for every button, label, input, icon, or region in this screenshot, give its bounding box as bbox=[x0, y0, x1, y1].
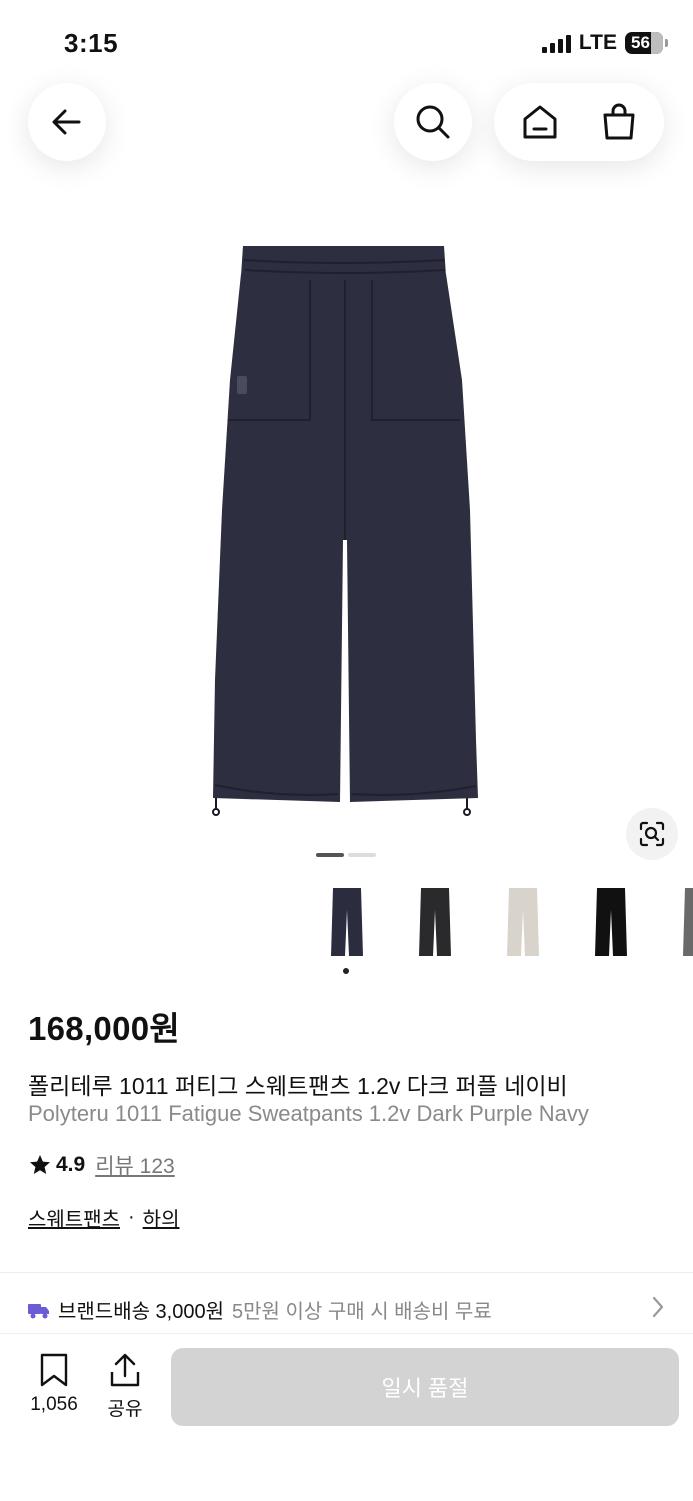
signal-icon bbox=[541, 33, 571, 53]
battery-icon: 56 bbox=[625, 32, 668, 54]
shipping-label: 브랜드배송 3,000원 bbox=[58, 1301, 225, 1323]
lens-search-button[interactable] bbox=[626, 808, 678, 860]
product-title-korean: 폴리테루 1011 퍼티그 스웨트팬츠 1.2v 다크 퍼플 네이비 bbox=[28, 1073, 568, 1099]
share-label: 공유 bbox=[107, 1399, 143, 1420]
truck-icon bbox=[28, 1303, 49, 1318]
home-icon bbox=[523, 105, 556, 139]
bookmark-icon bbox=[40, 1353, 68, 1387]
color-thumbnails bbox=[312, 882, 693, 982]
share-icon bbox=[110, 1353, 140, 1387]
nav-pill bbox=[494, 83, 664, 161]
sold-out-button[interactable]: 일시 품절 bbox=[171, 1348, 679, 1426]
product-image[interactable] bbox=[0, 210, 693, 850]
color-thumbnail[interactable] bbox=[664, 882, 693, 962]
status-icons: LTE 56 bbox=[541, 31, 668, 55]
bookmark-button[interactable]: 1,056 bbox=[22, 1352, 86, 1416]
parent-category-link[interactable]: 하의 bbox=[143, 1203, 180, 1232]
color-thumbnail[interactable] bbox=[312, 882, 382, 962]
lens-search-icon bbox=[639, 821, 665, 847]
breadcrumb-separator: · bbox=[128, 1206, 135, 1228]
search-icon bbox=[416, 105, 450, 139]
battery-level: 56 bbox=[631, 33, 650, 52]
product-price: 168,000원 bbox=[28, 1010, 181, 1047]
selected-thumbnail-indicator bbox=[343, 968, 349, 974]
color-thumbnail[interactable] bbox=[400, 882, 470, 962]
bookmark-count: 1,056 bbox=[30, 1394, 78, 1415]
category-breadcrumb: 스웨트팬츠 · 하의 bbox=[28, 1203, 179, 1232]
status-time: 3:15 bbox=[64, 28, 119, 58]
bag-button[interactable] bbox=[600, 103, 638, 141]
shopping-bag-icon bbox=[603, 103, 634, 140]
shipping-note: 5만원 이상 구매 시 배송비 무료 bbox=[232, 1301, 492, 1323]
image-pager bbox=[316, 853, 376, 857]
divider bbox=[0, 1272, 693, 1273]
network-label: LTE bbox=[578, 31, 617, 54]
rating-score: 4.9 bbox=[56, 1153, 86, 1176]
color-thumbnail[interactable] bbox=[576, 882, 646, 962]
shipping-info-row[interactable]: 브랜드배송 3,000원 5만원 이상 구매 시 배송비 무료 bbox=[28, 1295, 665, 1324]
star-icon bbox=[30, 1155, 50, 1174]
back-arrow-icon bbox=[52, 109, 81, 135]
bottom-action-bar: 1,056 공유 일시 품절 bbox=[0, 1333, 693, 1501]
rating-row: 4.9 리뷰 123 bbox=[28, 1150, 175, 1180]
back-button[interactable] bbox=[28, 83, 106, 161]
pager-dot-active bbox=[316, 853, 344, 857]
product-title-english: Polyteru 1011 Fatigue Sweatpants 1.2v Da… bbox=[28, 1101, 589, 1126]
category-link[interactable]: 스웨트팬츠 bbox=[28, 1203, 120, 1232]
chevron-right-icon bbox=[652, 1296, 664, 1318]
pager-dot bbox=[348, 853, 376, 857]
search-button[interactable] bbox=[394, 83, 472, 161]
color-thumbnail[interactable] bbox=[488, 882, 558, 962]
share-button[interactable]: 공유 bbox=[96, 1352, 154, 1421]
review-link[interactable]: 리뷰 123 bbox=[95, 1150, 175, 1180]
home-button[interactable] bbox=[521, 103, 559, 141]
